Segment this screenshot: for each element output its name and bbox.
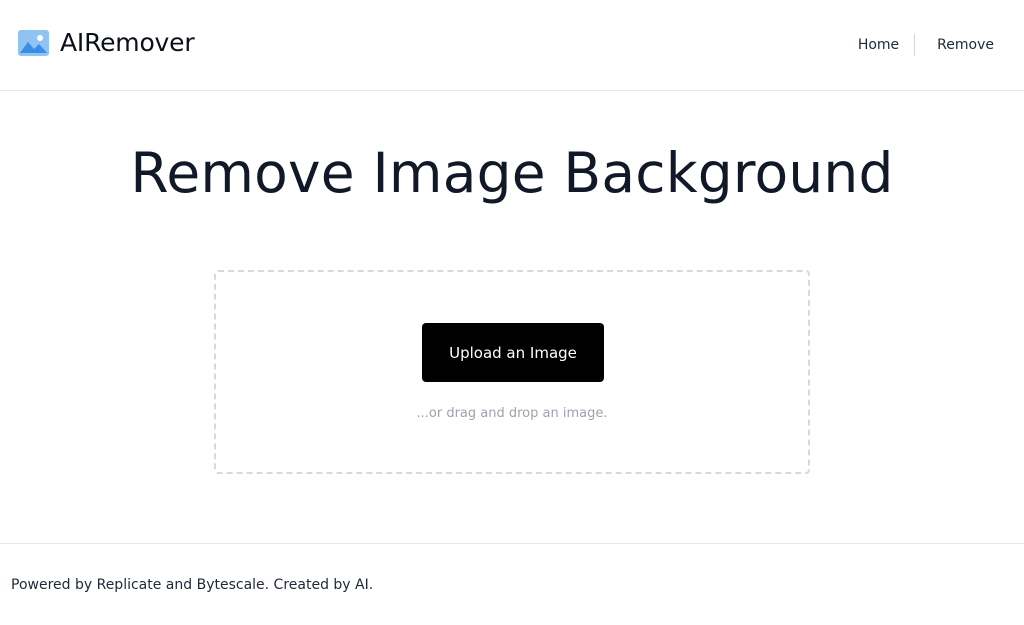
footer-credits: Powered by Replicate and Bytescale. Crea… <box>11 577 374 593</box>
upload-dropzone[interactable]: Upload an Image ...or drag and drop an i… <box>214 270 810 474</box>
image-icon <box>18 30 49 56</box>
site-footer: Powered by Replicate and Bytescale. Crea… <box>0 543 1024 625</box>
nav-divider <box>914 34 916 56</box>
brand-name: AIRemover <box>60 28 195 57</box>
upload-image-button[interactable]: Upload an Image <box>422 323 604 382</box>
nav-home-link[interactable]: Home <box>858 37 899 53</box>
top-nav: Home Remove <box>858 34 994 56</box>
drag-drop-hint: ...or drag and drop an image. <box>416 406 608 421</box>
nav-remove-link[interactable]: Remove <box>937 37 994 53</box>
brand-link[interactable]: AIRemover <box>18 27 195 59</box>
site-header: AIRemover Home Remove <box>0 0 1024 91</box>
page-title: Remove Image Background <box>130 141 894 205</box>
